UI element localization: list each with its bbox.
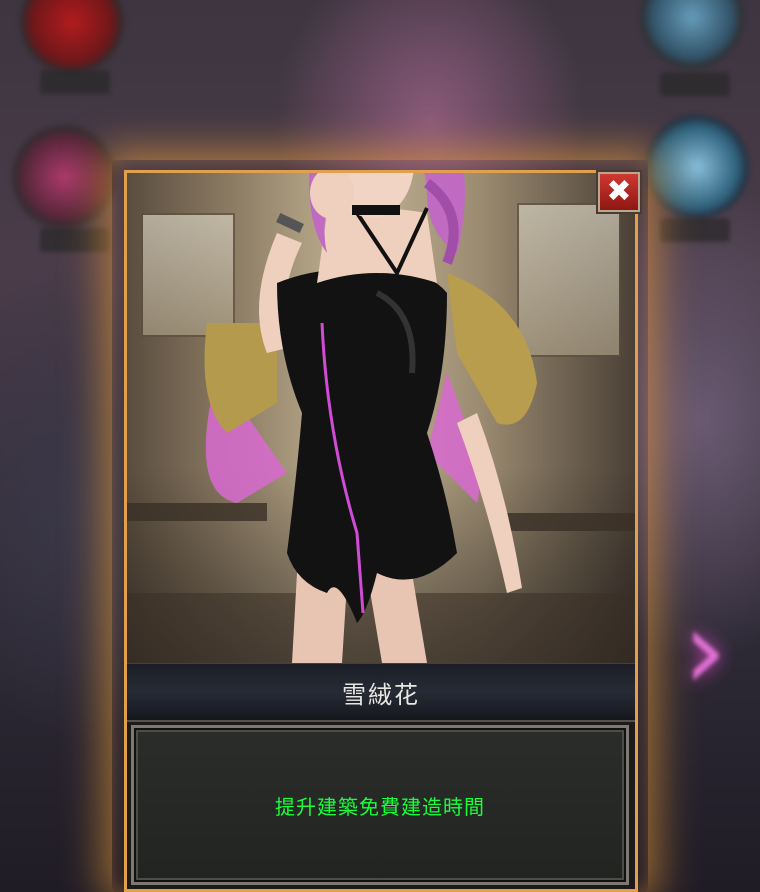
hero-skill-description: 提升建築免費建造時間	[275, 794, 485, 819]
menu-button-mid-right[interactable]	[645, 115, 749, 219]
menu-label-mid-right	[660, 218, 730, 242]
hero-name-bar: 雪絨花	[127, 663, 635, 722]
hero-name: 雪絨花	[342, 680, 420, 709]
close-icon: ✖	[606, 174, 632, 209]
menu-button-mid-left[interactable]	[12, 125, 116, 229]
hero-skill-description-panel: 提升建築免費建造時間	[131, 725, 629, 885]
close-button[interactable]: ✖	[596, 170, 642, 214]
hero-character-illustration	[204, 173, 537, 663]
menu-label-top-left	[40, 70, 110, 94]
hero-portrait	[127, 173, 635, 663]
hero-card: 雪絨花 提升建築免費建造時間	[124, 170, 638, 892]
chevron-right-icon[interactable]: ›	[670, 590, 740, 710]
menu-label-top-right	[660, 72, 730, 96]
menu-label-mid-left	[40, 228, 110, 252]
